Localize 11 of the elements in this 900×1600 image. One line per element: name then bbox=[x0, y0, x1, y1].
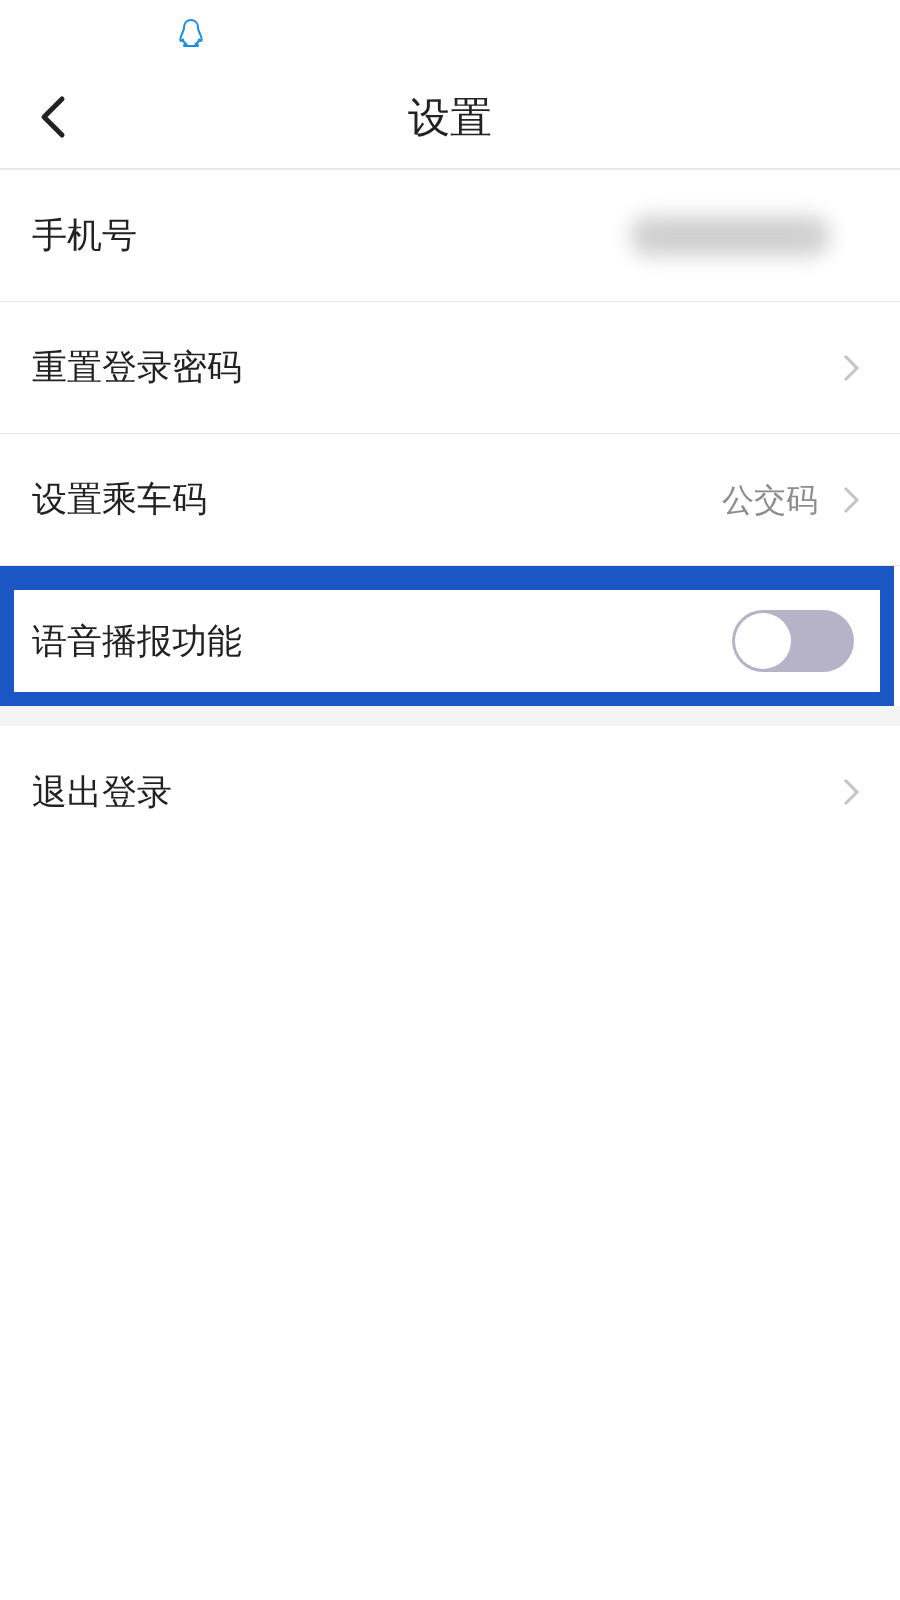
setting-label[interactable]: 退出登录 bbox=[32, 765, 842, 819]
setting-label[interactable]: 设置乘车码 bbox=[32, 473, 722, 526]
chevron-icon bbox=[842, 484, 860, 515]
setting-value: 公交码 bbox=[722, 479, 818, 521]
chevron-icon bbox=[842, 352, 860, 383]
setting-label: 手机号 bbox=[32, 214, 138, 258]
penguin-icon bbox=[178, 18, 204, 48]
chevron-icon bbox=[842, 777, 860, 807]
setting-label[interactable]: 重置登录密码 bbox=[32, 341, 842, 394]
page-title: 设置 bbox=[408, 91, 492, 144]
setting-label[interactable]: 语音播报功能 bbox=[32, 614, 732, 668]
